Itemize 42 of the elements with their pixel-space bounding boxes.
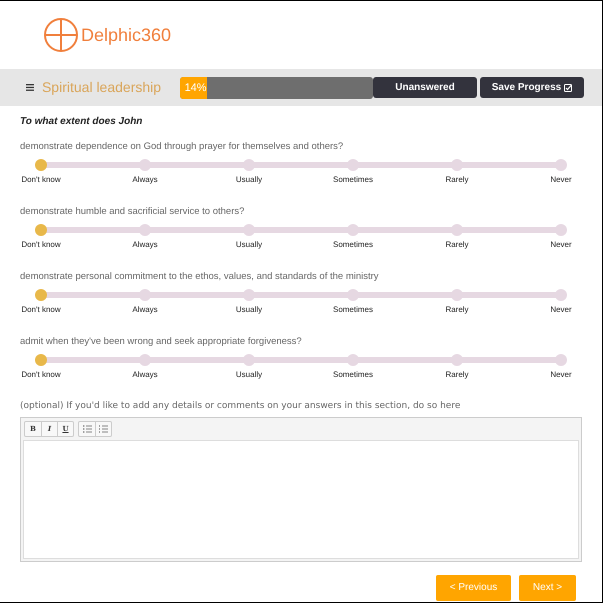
scale-option[interactable]: Always — [120, 284, 170, 321]
scale-option[interactable]: Don't know — [16, 154, 66, 191]
scale-option[interactable]: Sometimes — [328, 349, 378, 386]
scale-option[interactable]: Rarely — [432, 154, 482, 191]
menu-icon[interactable] — [26, 84, 34, 91]
scale-option[interactable]: Sometimes — [328, 154, 378, 191]
progress-reading: 14% — [184, 80, 207, 94]
question-text: admit when they've been wrong and seek appropriate forgiveness? — [20, 335, 303, 349]
checkbox-icon — [564, 84, 572, 92]
scale-option[interactable]: Always — [120, 349, 170, 386]
scale-option[interactable]: Never — [536, 219, 586, 256]
comments-field[interactable] — [23, 440, 579, 558]
scale-option[interactable]: Never — [536, 349, 586, 386]
scale-option[interactable]: Sometimes — [328, 284, 378, 321]
comments-label: (optional) If you'd like to add any details or comments on your answers in this section, do so here — [20, 400, 462, 413]
scale-option[interactable]: Usually — [224, 154, 274, 191]
scale-option[interactable]: Don't know — [16, 349, 66, 386]
scale-option[interactable]: Rarely — [432, 219, 482, 256]
question-text: demonstrate personal commitment to the ethos, values, and standards of the ministry — [20, 270, 380, 284]
scale-option[interactable]: Usually — [224, 284, 274, 321]
question-text: demonstrate dependence on God through prayer for themselves and others? — [20, 140, 344, 154]
scale-option[interactable]: Always — [120, 154, 170, 191]
question-text: demonstrate humble and sacrificial service to others? — [20, 205, 246, 219]
scale-option[interactable]: Don't know — [16, 219, 66, 256]
scale-option[interactable]: Never — [536, 284, 586, 321]
scale-option[interactable]: Never — [536, 154, 586, 191]
save-progress-button[interactable]: Save Progress — [480, 77, 584, 98]
scale-option[interactable]: Rarely — [432, 349, 482, 386]
unanswered-button[interactable]: Unanswered — [373, 77, 477, 98]
scale-option[interactable]: Rarely — [432, 284, 482, 321]
numbered-list-icon — [99, 425, 108, 433]
logo-text: Delphic360 — [81, 24, 172, 47]
scale-option[interactable]: Usually — [224, 349, 274, 386]
bullet-list-icon — [82, 425, 92, 433]
scale-option[interactable]: Don't know — [16, 284, 66, 321]
scale-option[interactable]: Sometimes — [328, 219, 378, 256]
logo-icon — [44, 18, 78, 52]
prompt-heading: To what extent does John — [20, 115, 144, 129]
scale-option[interactable]: Usually — [224, 219, 274, 256]
scale-option[interactable]: Always — [120, 219, 170, 256]
numbered-list-button[interactable] — [95, 422, 111, 436]
section-title: Spiritual leadership — [42, 78, 162, 97]
